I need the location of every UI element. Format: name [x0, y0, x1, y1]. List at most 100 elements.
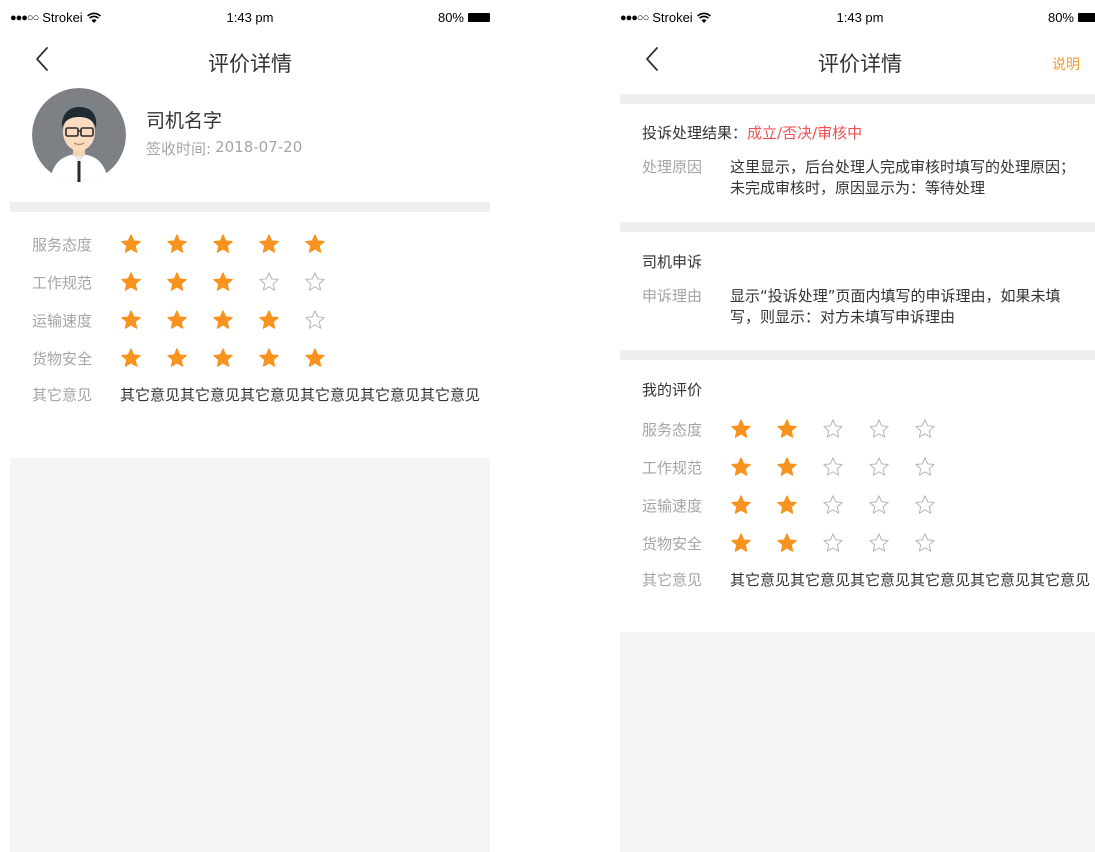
star-filled-icon[interactable] [776, 530, 822, 556]
star-filled-icon[interactable] [730, 530, 776, 556]
carrier-name: Strokei [42, 10, 83, 25]
appeal-reason-text: 显示“投诉处理”页面内填写的申诉理由，如果未填写，则显示：对方未填写申诉理由 [730, 287, 1061, 326]
comment-text: 其它意见其它意见其它意见其它意见其它意见其它意见 [730, 571, 1091, 589]
battery-icon [1078, 13, 1095, 22]
explain-button[interactable]: 说明 [1052, 54, 1080, 74]
status-time: 1:43 pm [836, 10, 884, 25]
star-filled-icon[interactable] [212, 269, 258, 295]
complaint-result-label: 投诉处理结果： [642, 124, 748, 142]
star-empty-icon[interactable] [914, 530, 960, 556]
back-chevron-icon[interactable] [28, 44, 58, 74]
star-empty-icon[interactable] [914, 492, 960, 518]
star-filled-icon[interactable] [212, 231, 258, 257]
star-filled-icon[interactable] [776, 454, 822, 480]
star-empty-icon[interactable] [868, 416, 914, 442]
screen-rating-detail: ●●●○○ Strokei 1:43 pm 80% 评价详情 司机名字 签收时间… [10, 0, 490, 852]
section-divider [620, 350, 1095, 360]
comment-label: 其它意见 [32, 386, 93, 404]
star-filled-icon[interactable] [120, 269, 166, 295]
star-rating[interactable] [730, 530, 960, 556]
star-filled-icon[interactable] [304, 231, 350, 257]
my-rating-section: 我的评价 [642, 380, 1082, 400]
my-rating-title: 我的评价 [642, 381, 703, 399]
star-filled-icon[interactable] [730, 416, 776, 442]
rating-label: 服务态度 [32, 235, 93, 254]
star-empty-icon[interactable] [868, 492, 914, 518]
rating-row-speed: 运输速度 [642, 486, 1090, 524]
battery-percent: 80% [1047, 10, 1074, 25]
empty-area [620, 632, 1095, 852]
star-empty-icon[interactable] [868, 454, 914, 480]
sign-time-label: 签收时间: [146, 140, 212, 158]
star-filled-icon[interactable] [166, 307, 212, 333]
status-time: 1:43 pm [226, 10, 274, 25]
star-empty-icon[interactable] [304, 269, 350, 295]
star-empty-icon[interactable] [868, 530, 914, 556]
page-title: 评价详情 [818, 52, 902, 76]
star-filled-icon[interactable] [304, 345, 350, 371]
comment-row: 其它意见 其它意见其它意见其它意见其它意见其它意见其它意见 [32, 385, 480, 406]
battery-status: 80% [1048, 10, 1095, 25]
complaint-result-title: 投诉处理结果：成立/否决/审核中 [642, 123, 1082, 143]
rating-label: 工作规范 [642, 458, 703, 477]
star-rating[interactable] [120, 307, 350, 333]
star-filled-icon[interactable] [730, 492, 776, 518]
appeal-reason-label: 申诉理由 [642, 287, 703, 305]
star-rating[interactable] [730, 454, 960, 480]
rating-label: 货物安全 [32, 349, 93, 368]
status-bar: ●●●○○ Strokei 1:43 pm 80% [10, 0, 490, 34]
star-rating[interactable] [120, 231, 350, 257]
star-rating[interactable] [120, 269, 350, 295]
sign-time-value: 2018-07-20 [215, 138, 303, 156]
rating-row-speed: 运输速度 [32, 301, 480, 339]
rating-label: 运输速度 [32, 311, 93, 330]
star-filled-icon[interactable] [776, 416, 822, 442]
star-empty-icon[interactable] [914, 416, 960, 442]
back-chevron-icon[interactable] [638, 44, 668, 74]
star-filled-icon[interactable] [212, 345, 258, 371]
star-filled-icon[interactable] [166, 345, 212, 371]
star-empty-icon[interactable] [822, 492, 868, 518]
section-divider [620, 222, 1095, 232]
sign-time: 签收时间: 2018-07-20 [146, 138, 302, 159]
star-filled-icon[interactable] [212, 307, 258, 333]
rating-row-standard: 工作规范 [642, 448, 1090, 486]
process-reason-row: 处理原因 这里显示，后台处理人完成审核时填写的处理原因；未完成审核时，原因显示为… [642, 157, 1082, 199]
star-filled-icon[interactable] [258, 345, 304, 371]
carrier-info: ●●●○○ Strokei [620, 10, 711, 25]
star-empty-icon[interactable] [304, 307, 350, 333]
process-reason-label: 处理原因 [642, 158, 703, 176]
star-empty-icon[interactable] [822, 454, 868, 480]
battery-percent: 80% [437, 10, 464, 25]
star-empty-icon[interactable] [822, 416, 868, 442]
carrier-name: Strokei [652, 10, 693, 25]
carrier-info: ●●●○○ Strokei [10, 10, 101, 25]
star-empty-icon[interactable] [258, 269, 304, 295]
star-filled-icon[interactable] [776, 492, 822, 518]
nav-bar: 评价详情 [10, 34, 490, 86]
star-filled-icon[interactable] [258, 307, 304, 333]
star-filled-icon[interactable] [120, 307, 166, 333]
star-filled-icon[interactable] [166, 269, 212, 295]
star-filled-icon[interactable] [120, 231, 166, 257]
rating-list: 服务态度 工作规范 运输速度 货物安全 其它意见 其它意见其它意见其它意见其它意… [642, 410, 1090, 591]
comment-text: 其它意见其它意见其它意见其它意见其它意见其它意见 [120, 386, 481, 404]
process-reason-text: 这里显示，后台处理人完成审核时填写的处理原因；未完成审核时，原因显示为：等待处理 [730, 158, 1076, 197]
star-filled-icon[interactable] [166, 231, 212, 257]
section-divider [10, 202, 490, 212]
status-bar: ●●●○○ Strokei 1:43 pm 80% [620, 0, 1095, 34]
rating-row-service: 服务态度 [32, 225, 480, 263]
star-filled-icon[interactable] [258, 231, 304, 257]
nav-bar: 评价详情 说明 [620, 34, 1095, 86]
rating-row-service: 服务态度 [642, 410, 1090, 448]
star-rating[interactable] [730, 492, 960, 518]
star-rating[interactable] [730, 416, 960, 442]
star-empty-icon[interactable] [914, 454, 960, 480]
star-filled-icon[interactable] [730, 454, 776, 480]
star-filled-icon[interactable] [120, 345, 166, 371]
rating-row-safety: 货物安全 [32, 339, 480, 377]
complaint-result-value: 成立/否决/审核中 [747, 124, 863, 142]
star-empty-icon[interactable] [822, 530, 868, 556]
rating-list: 服务态度 工作规范 运输速度 货物安全 其它意见 其它意见其它意见其它意见其它意… [32, 225, 480, 406]
star-rating[interactable] [120, 345, 350, 371]
